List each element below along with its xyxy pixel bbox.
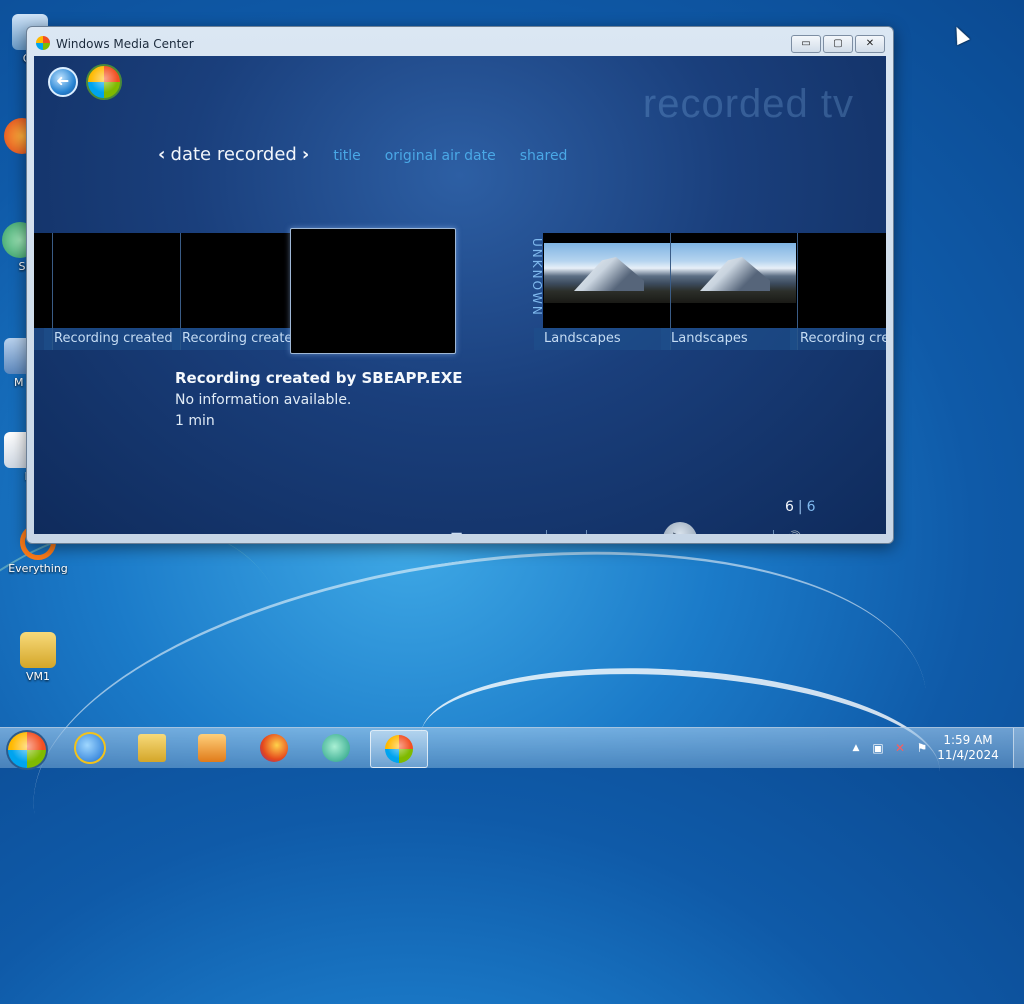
firefox-icon (260, 734, 288, 762)
taskbar-media-center[interactable] (370, 730, 428, 768)
transport-separator (773, 530, 774, 534)
show-desktop-button[interactable] (1013, 728, 1024, 768)
show-hidden-icons-button[interactable]: ▲ (845, 743, 867, 753)
transport-separator (586, 530, 587, 534)
rewind-button[interactable]: ◀◀ (589, 524, 624, 534)
page-total: 6 (806, 499, 816, 515)
play-button[interactable]: ▶ (663, 522, 697, 534)
section-title: recorded tv (642, 82, 854, 126)
window-controls: ▭ ▢ ✕ (791, 35, 885, 53)
clock-time: 1:59 AM (943, 733, 993, 747)
channel-up-button[interactable]: + (509, 524, 544, 534)
app-icon (322, 734, 350, 762)
close-button[interactable]: ✕ (855, 35, 885, 53)
volume-up-button[interactable]: + (846, 524, 881, 534)
folder-icon (20, 632, 56, 668)
page-counter: 6 | 6 (785, 499, 816, 515)
transport-separator (546, 530, 547, 534)
clock[interactable]: 1:59 AM 11/4/2024 (933, 733, 1003, 763)
internet-explorer-icon (74, 732, 106, 764)
media-center-content: ➜ recorded tv ‹ date recorded › title or… (34, 56, 886, 534)
start-button[interactable] (6, 730, 48, 770)
volume-icon[interactable]: 🔊 (776, 524, 811, 534)
transport-controls: ● ☰ − + ■ ◀◀ |◀ ▶ ▶| ▶▶ 🔊 − + (404, 522, 881, 534)
maximize-button[interactable]: ▢ (823, 35, 853, 53)
landscape-thumbnail[interactable] (670, 243, 796, 303)
recording-tile-label[interactable]: Landscapes (534, 328, 670, 350)
recording-tile-label[interactable]: Landscapes (661, 328, 797, 350)
clock-date: 11/4/2024 (937, 748, 999, 762)
volume-muted-icon[interactable]: ✕ (889, 741, 911, 755)
fast-forward-button[interactable]: ▶▶ (736, 524, 771, 534)
media-center-window: Windows Media Center ▭ ▢ ✕ ➜ recorded tv… (26, 26, 894, 544)
record-button[interactable]: ● (404, 524, 439, 534)
landscape-thumbnail[interactable] (544, 243, 670, 303)
recording-tile-label[interactable]: Recording created (44, 328, 180, 350)
media-center-app-icon (36, 36, 50, 50)
previous-button[interactable]: |◀ (624, 524, 659, 534)
action-center-flag-icon[interactable]: ⚑ (911, 741, 933, 755)
taskbar-internet-explorer[interactable] (62, 730, 118, 766)
group-label: UNKNOWN (530, 238, 544, 317)
page-current: 6 (785, 499, 794, 515)
taskbar-file-explorer[interactable] (124, 730, 180, 766)
back-arrow-icon: ➜ (56, 72, 70, 91)
stop-button[interactable]: ■ (549, 524, 584, 534)
taskbar-app[interactable] (308, 730, 364, 766)
sort-filter-bar: ‹ date recorded › title original air dat… (158, 144, 567, 165)
channel-down-button[interactable]: − (474, 524, 509, 534)
selected-recording-description: No information available. (175, 392, 352, 408)
chevron-right-icon[interactable]: › (302, 144, 309, 165)
taskbar-media-player[interactable] (184, 730, 240, 766)
taskbar: ▲ ▣ ✕ ⚑ 1:59 AM 11/4/2024 (0, 727, 1024, 770)
selected-recording-tile[interactable] (290, 228, 456, 354)
mouse-cursor-icon (950, 23, 970, 46)
filter-active[interactable]: ‹ date recorded › (158, 144, 309, 165)
chevron-left-icon[interactable]: ‹ (158, 144, 165, 165)
filter-original-air-date[interactable]: original air date (385, 148, 496, 164)
desktop-icon-vm1[interactable]: VM1 (8, 632, 68, 683)
filter-title[interactable]: title (333, 148, 360, 164)
recording-thumbnail-strip[interactable] (34, 233, 290, 328)
filter-shared[interactable]: shared (520, 148, 568, 164)
media-center-icon (385, 735, 413, 763)
recording-tile-label[interactable]: Recording cre (790, 328, 886, 350)
network-icon[interactable]: ▣ (867, 741, 889, 755)
back-button[interactable]: ➜ (48, 67, 78, 97)
system-tray: ▲ ▣ ✕ ⚑ 1:59 AM 11/4/2024 (845, 728, 1024, 768)
folder-icon (138, 734, 166, 762)
selected-recording-duration: 1 min (175, 413, 215, 429)
window-title: Windows Media Center (56, 37, 194, 51)
filter-date-recorded[interactable]: date recorded (171, 144, 297, 165)
guide-button[interactable]: ☰ (439, 524, 474, 534)
page-separator: | (797, 499, 803, 515)
next-button[interactable]: ▶| (701, 524, 736, 534)
taskbar-firefox[interactable] (246, 730, 302, 766)
media-player-icon (198, 734, 226, 762)
recording-tile-label[interactable]: Recording created (172, 328, 290, 350)
title-bar[interactable]: Windows Media Center ▭ ▢ ✕ (27, 27, 893, 55)
minimize-button[interactable]: ▭ (791, 35, 821, 53)
volume-down-button[interactable]: − (811, 524, 846, 534)
media-center-start-button[interactable] (86, 64, 122, 100)
selected-recording-title: Recording created by SBEAPP.EXE (175, 369, 463, 387)
